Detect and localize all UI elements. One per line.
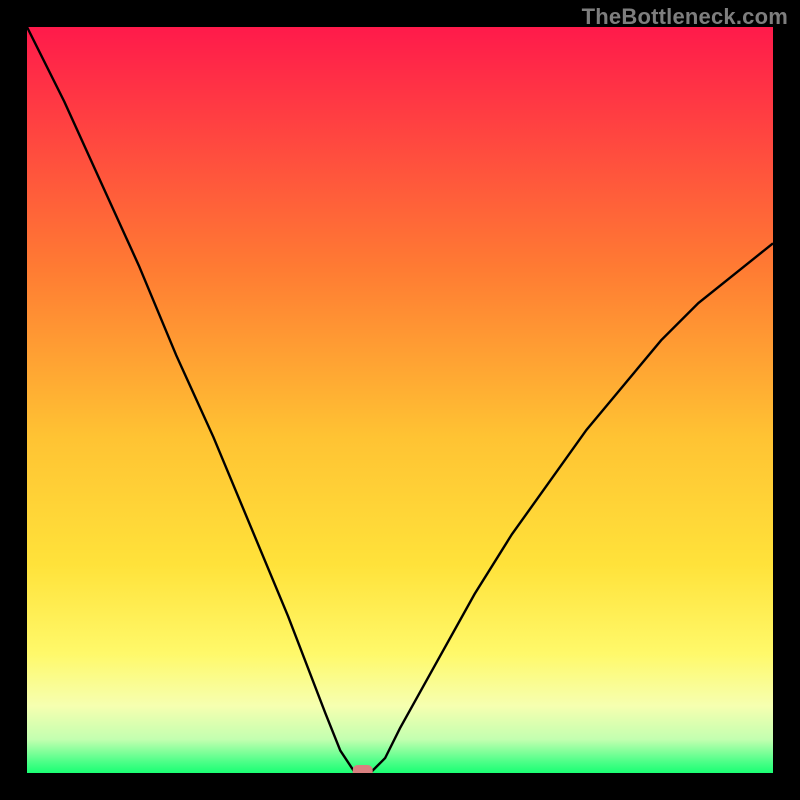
optimal-point-marker: [353, 765, 373, 773]
chart-plot-area: [27, 27, 773, 773]
chart-frame: TheBottleneck.com: [0, 0, 800, 800]
chart-svg: [27, 27, 773, 773]
chart-background-gradient: [27, 27, 773, 773]
